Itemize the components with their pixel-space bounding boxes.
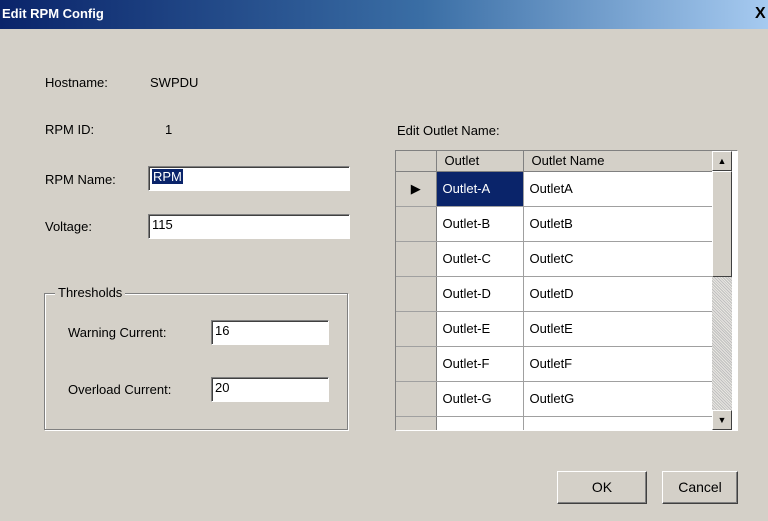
rpm-name-label: RPM Name: bbox=[45, 172, 116, 187]
outlet-cell[interactable]: Outlet-A bbox=[436, 171, 524, 207]
outlet-cell[interactable]: Outlet-C bbox=[436, 241, 524, 277]
scroll-thumb[interactable] bbox=[712, 171, 732, 277]
thresholds-legend: Thresholds bbox=[55, 285, 126, 300]
cancel-button[interactable]: Cancel bbox=[662, 471, 738, 504]
title-bar: Edit RPM Config X bbox=[0, 0, 768, 29]
voltage-label: Voltage: bbox=[45, 219, 92, 234]
warning-current-field[interactable]: 16 bbox=[211, 320, 329, 345]
row-header[interactable] bbox=[396, 416, 437, 430]
grid-header-row: Outlet Outlet Name bbox=[396, 151, 713, 172]
rpm-id-label: RPM ID: bbox=[45, 122, 95, 137]
up-arrow-icon[interactable]: ▲ bbox=[712, 151, 732, 171]
rpm-name-field[interactable]: RPM bbox=[148, 166, 350, 191]
close-icon[interactable]: X bbox=[755, 4, 768, 24]
row-header[interactable] bbox=[396, 241, 437, 277]
table-row[interactable]: Outlet-E OutletE bbox=[396, 311, 713, 347]
table-row[interactable]: Outlet-D OutletD bbox=[396, 276, 713, 312]
outlet-name-cell[interactable]: OutletG bbox=[523, 381, 713, 417]
outlet-name-cell[interactable] bbox=[523, 416, 713, 430]
outlet-name-cell[interactable]: OutletC bbox=[523, 241, 713, 277]
table-row[interactable]: ▶ Outlet-A OutletA bbox=[396, 171, 713, 207]
hostname-value: SWPDU bbox=[150, 75, 199, 90]
outlet-grid[interactable]: Outlet Outlet Name ▶ Outlet-A OutletA Ou… bbox=[395, 150, 738, 431]
window-title: Edit RPM Config bbox=[2, 6, 104, 21]
down-arrow-icon[interactable]: ▼ bbox=[712, 410, 732, 430]
outlet-cell[interactable]: Outlet-G bbox=[436, 381, 524, 417]
table-row[interactable]: Outlet-C OutletC bbox=[396, 241, 713, 277]
row-header[interactable] bbox=[396, 381, 437, 417]
row-header[interactable] bbox=[396, 206, 437, 242]
thresholds-group: Thresholds bbox=[44, 285, 348, 430]
outlet-cell[interactable]: Outlet-F bbox=[436, 346, 524, 382]
column-header-outlet-name[interactable]: Outlet Name bbox=[523, 151, 713, 172]
scroll-track[interactable] bbox=[712, 277, 732, 410]
rpm-name-text: RPM bbox=[152, 169, 183, 184]
outlet-cell[interactable]: Outlet-B bbox=[436, 206, 524, 242]
outlet-cell[interactable] bbox=[436, 416, 524, 430]
table-row[interactable]: Outlet-G OutletG bbox=[396, 381, 713, 417]
hostname-label: Hostname: bbox=[45, 75, 108, 90]
row-pointer-icon[interactable]: ▶ bbox=[396, 171, 437, 207]
outlet-name-cell[interactable]: OutletD bbox=[523, 276, 713, 312]
overload-current-label: Overload Current: bbox=[68, 382, 172, 397]
outlet-name-cell[interactable]: OutletF bbox=[523, 346, 713, 382]
vertical-scrollbar[interactable]: ▲ ▼ bbox=[712, 151, 732, 430]
warning-current-label: Warning Current: bbox=[68, 325, 167, 340]
row-header[interactable] bbox=[396, 276, 437, 312]
outlet-name-cell[interactable]: OutletE bbox=[523, 311, 713, 347]
column-header-outlet[interactable]: Outlet bbox=[436, 151, 524, 172]
row-header[interactable] bbox=[396, 311, 437, 347]
table-row[interactable]: Outlet-B OutletB bbox=[396, 206, 713, 242]
rpm-id-value: 1 bbox=[165, 122, 173, 137]
outlet-name-cell[interactable]: OutletA bbox=[523, 171, 713, 207]
edit-outlet-name-label: Edit Outlet Name: bbox=[397, 123, 500, 138]
outlet-name-cell[interactable]: OutletB bbox=[523, 206, 713, 242]
voltage-field[interactable]: 115 bbox=[148, 214, 350, 239]
table-row[interactable] bbox=[396, 416, 713, 430]
table-row[interactable]: Outlet-F OutletF bbox=[396, 346, 713, 382]
outlet-cell[interactable]: Outlet-D bbox=[436, 276, 524, 312]
grid-corner-header bbox=[396, 151, 437, 172]
ok-button[interactable]: OK bbox=[557, 471, 647, 504]
outlet-cell[interactable]: Outlet-E bbox=[436, 311, 524, 347]
overload-current-field[interactable]: 20 bbox=[211, 377, 329, 402]
row-header[interactable] bbox=[396, 346, 437, 382]
